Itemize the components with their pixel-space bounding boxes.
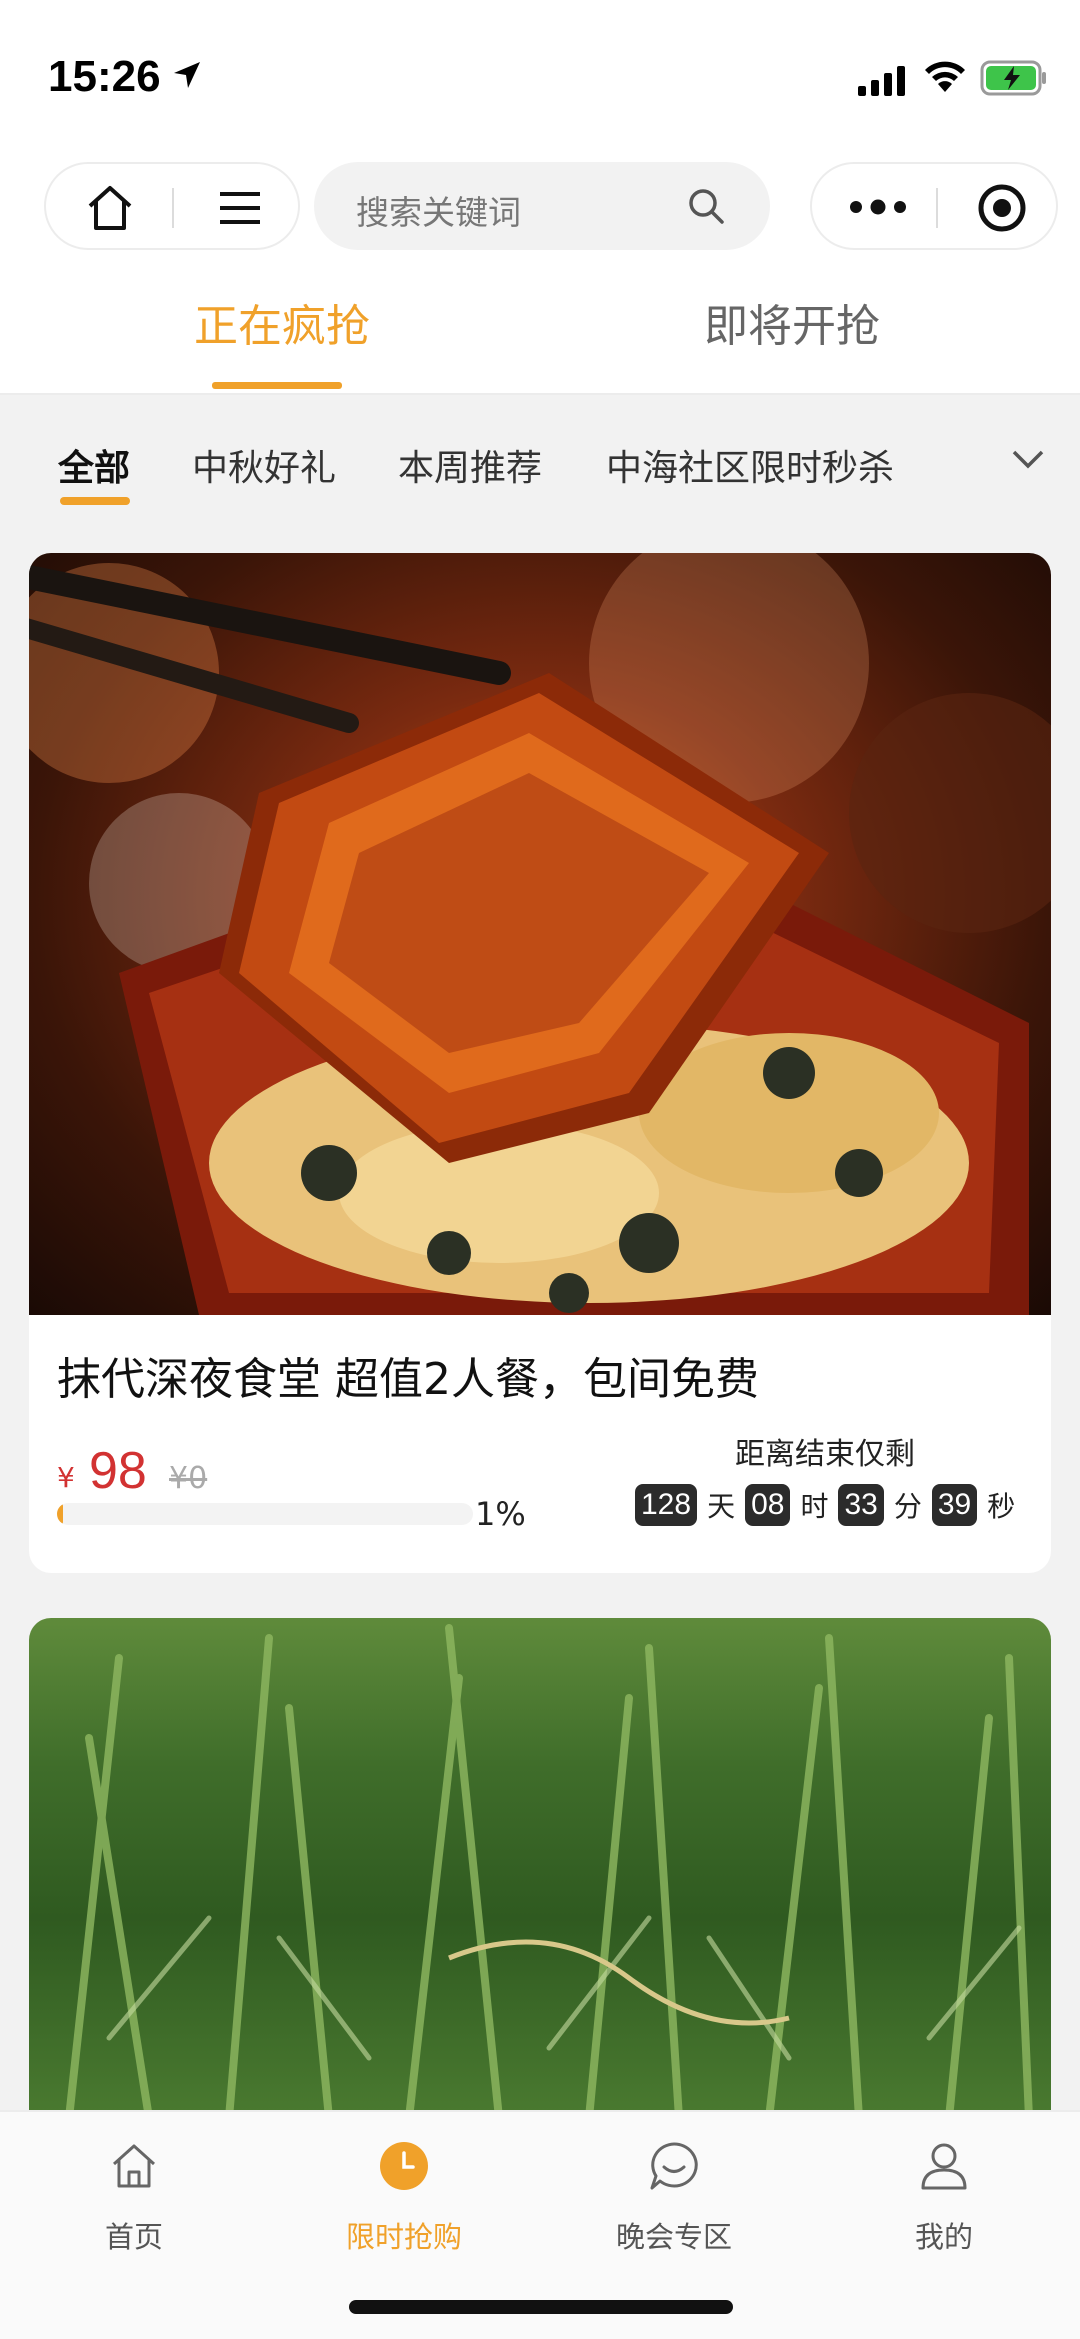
sales-progress-fill bbox=[57, 1503, 64, 1525]
category-indicator bbox=[60, 497, 130, 505]
product-card[interactable] bbox=[29, 1618, 1051, 2118]
location-arrow-icon bbox=[174, 62, 200, 88]
countdown-minutes: 33 bbox=[838, 1484, 884, 1526]
capsule-divider bbox=[936, 188, 938, 228]
person-icon bbox=[921, 2143, 967, 2190]
status-time: 15:26 bbox=[48, 52, 161, 101]
category-community-flash-sale[interactable]: 中海社区限时秒杀 bbox=[606, 439, 894, 491]
home-indicator bbox=[349, 2300, 733, 2314]
tabbar-label: 晚会专区 bbox=[615, 2220, 732, 2254]
miniprogram-capsule bbox=[810, 162, 1058, 250]
tab-coming-soon[interactable]: 即将开抢 bbox=[704, 290, 880, 354]
chat-bubble-icon bbox=[650, 2142, 698, 2190]
category-mid-autumn[interactable]: 中秋好礼 bbox=[192, 439, 336, 491]
product-card[interactable]: 抹代深夜食堂 超值2人餐，包间免费 ¥ 98 ¥0 1% 距离结束仅剩 128 … bbox=[29, 553, 1051, 1573]
close-miniprogram-icon[interactable] bbox=[976, 182, 1028, 234]
tabbar-item-flash-sale[interactable]: 限时抢购 bbox=[314, 2132, 494, 2254]
category-tabs: 全部 中秋好礼 本周推荐 中海社区限时秒杀 bbox=[0, 397, 1080, 547]
search-input[interactable]: 搜索关键词 bbox=[314, 162, 770, 250]
status-bar: 15:26 bbox=[0, 0, 1080, 150]
home-icon[interactable] bbox=[82, 180, 138, 236]
countdown-label: 距离结束仅剩 bbox=[735, 1437, 915, 1472]
sale-price: 98 bbox=[89, 1442, 147, 1500]
battery-charging-icon bbox=[980, 60, 1046, 96]
cellular-signal-icon bbox=[858, 66, 905, 96]
countdown-seconds-unit: 秒 bbox=[987, 1490, 1016, 1523]
product-image bbox=[29, 553, 1051, 1315]
tabbar-label: 我的 bbox=[914, 2220, 973, 2254]
header: 搜索关键词 正在疯抢 即将开抢 bbox=[0, 150, 1080, 395]
chevron-down-icon[interactable] bbox=[1010, 447, 1046, 471]
sales-progress-label: 1% bbox=[475, 1495, 526, 1533]
clock-icon bbox=[380, 2142, 428, 2190]
product-title: 抹代深夜食堂 超值2人餐，包间免费 bbox=[57, 1354, 759, 1405]
search-placeholder: 搜索关键词 bbox=[356, 193, 521, 232]
menu-icon[interactable] bbox=[214, 182, 266, 234]
tabbar-item-home[interactable]: 首页 bbox=[44, 2132, 224, 2254]
tab-now-selling[interactable]: 正在疯抢 bbox=[194, 290, 370, 354]
original-price: ¥0 bbox=[169, 1461, 208, 1496]
tabbar-label: 首页 bbox=[104, 2220, 163, 2254]
tabbar-label: 限时抢购 bbox=[345, 2220, 462, 2254]
search-icon bbox=[689, 189, 724, 224]
product-image bbox=[29, 1618, 1051, 2118]
countdown-hours: 08 bbox=[745, 1484, 791, 1526]
sales-progress-bar bbox=[57, 1503, 473, 1525]
active-tab-indicator bbox=[212, 382, 342, 389]
price-currency: ¥ bbox=[57, 1461, 75, 1494]
tabbar-item-profile[interactable]: 我的 bbox=[854, 2132, 1034, 2254]
countdown-days-unit: 天 bbox=[707, 1490, 736, 1523]
tabbar-item-gala[interactable]: 晚会专区 bbox=[584, 2132, 764, 2254]
countdown-minutes-unit: 分 bbox=[893, 1490, 922, 1523]
category-weekly-picks[interactable]: 本周推荐 bbox=[398, 439, 542, 491]
wifi-icon bbox=[925, 61, 965, 92]
countdown-seconds: 39 bbox=[931, 1484, 978, 1526]
countdown-hours-unit: 时 bbox=[800, 1490, 829, 1523]
category-all[interactable]: 全部 bbox=[58, 439, 130, 491]
countdown-days: 128 bbox=[635, 1484, 698, 1526]
house-icon bbox=[112, 2144, 156, 2188]
countdown-timer: 128 天 08 时 33 分 39 秒 bbox=[635, 1483, 1019, 1527]
more-options-icon[interactable] bbox=[848, 192, 908, 222]
capsule-divider bbox=[172, 188, 174, 228]
nav-capsule-left bbox=[44, 162, 300, 250]
